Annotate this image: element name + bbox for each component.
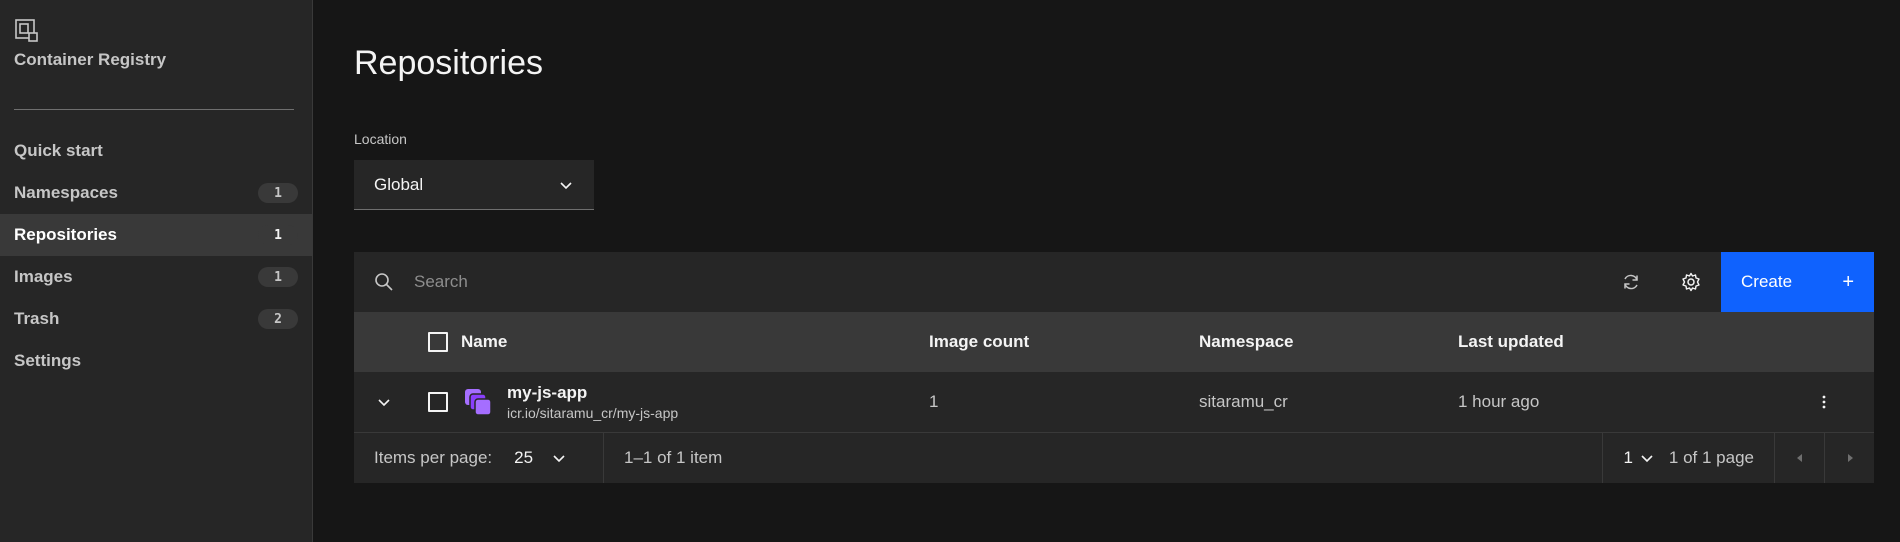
items-per-page-label: Items per page: — [374, 448, 493, 467]
sidebar-item-images[interactable]: Images 1 — [0, 256, 312, 298]
chevron-down-icon — [378, 399, 390, 407]
location-label: Location — [354, 131, 407, 147]
expand-row-button[interactable] — [354, 394, 414, 410]
sidebar-item-namespaces[interactable]: Namespaces 1 — [0, 172, 312, 214]
overflow-menu-icon — [1822, 395, 1826, 409]
refresh-button[interactable] — [1601, 252, 1661, 312]
current-page: 1 — [1623, 448, 1633, 467]
sidebar-header: Container Registry — [0, 0, 312, 95]
table-toolbar: Create + — [354, 252, 1874, 312]
create-button-label: Create — [1741, 272, 1793, 291]
repository-icon — [465, 389, 492, 416]
overflow-menu-button[interactable] — [1774, 394, 1874, 410]
location-dropdown[interactable]: Global — [354, 160, 594, 210]
gear-icon — [1682, 272, 1700, 292]
column-header-name: Name — [461, 332, 508, 351]
sidebar-item-trash[interactable]: Trash 2 — [0, 298, 312, 340]
pagination: Items per page: 25 1–1 of 1 item 1 1 of … — [354, 433, 1874, 483]
name-text: my-js-app icr.io/sitaramu_cr/my-js-app — [507, 383, 678, 421]
image-count-cell: 1 — [929, 392, 939, 411]
settings-button[interactable] — [1661, 252, 1721, 312]
name-cell: my-js-app icr.io/sitaramu_cr/my-js-app — [461, 383, 929, 421]
repositories-table: Create + Name Image count Namespace Last… — [354, 252, 1874, 483]
search-icon — [375, 273, 393, 291]
count-badge: 2 — [258, 309, 298, 329]
sidebar-item-repositories[interactable]: Repositories 1 — [0, 214, 312, 256]
create-button[interactable]: Create + — [1721, 252, 1874, 312]
sidebar-item-label: Settings — [14, 351, 82, 370]
location-value: Global — [374, 174, 424, 194]
table-header: Name Image count Namespace Last updated — [354, 312, 1874, 372]
repository-path: icr.io/sitaramu_cr/my-js-app — [507, 405, 679, 421]
sidebar-item-settings[interactable]: Settings — [0, 340, 312, 382]
page-size-select[interactable]: 25 — [514, 448, 567, 468]
caret-left-icon — [1796, 454, 1802, 462]
chevron-down-icon — [560, 181, 572, 189]
count-badge: 1 — [258, 225, 298, 245]
page-size-value: 25 — [514, 448, 534, 467]
sidebar-nav: Quick start Namespaces 1 Repositories 1 … — [0, 130, 312, 382]
page-title: Repositories — [354, 44, 543, 82]
chevron-down-icon — [1641, 455, 1653, 463]
sidebar-divider — [14, 109, 294, 110]
sidebar-item-label: Quick start — [14, 141, 103, 160]
search-input[interactable] — [414, 252, 1601, 312]
registry-logo-icon — [15, 19, 38, 42]
count-badge: 1 — [258, 267, 298, 287]
repository-name-link[interactable]: my-js-app — [507, 383, 678, 403]
chevron-down-icon — [553, 455, 565, 463]
page-controls: 1 1 of 1 page — [1602, 433, 1874, 483]
page-of-text: 1 of 1 page — [1668, 448, 1754, 467]
table-row: my-js-app icr.io/sitaramu_cr/my-js-app 1… — [354, 372, 1874, 433]
column-header-last-updated: Last updated — [1458, 332, 1564, 351]
row-checkbox[interactable] — [427, 392, 448, 412]
select-all-checkbox[interactable] — [427, 332, 448, 352]
sidebar-title: Container Registry — [14, 50, 167, 69]
count-badge: 1 — [258, 183, 298, 203]
sidebar-item-quick-start[interactable]: Quick start — [0, 130, 312, 172]
previous-page-button[interactable] — [1774, 433, 1824, 483]
sidebar: Container Registry Quick start Namespace… — [0, 0, 313, 542]
column-header-namespace: Namespace — [1199, 332, 1294, 351]
row-select-cell — [414, 392, 461, 412]
sidebar-item-label: Repositories — [14, 225, 117, 244]
sidebar-item-label: Namespaces — [14, 183, 118, 202]
select-all-cell — [414, 332, 461, 352]
items-per-page: Items per page: 25 — [354, 433, 604, 483]
last-updated-cell: 1 hour ago — [1458, 392, 1540, 411]
page-number-select[interactable]: 1 — [1602, 433, 1654, 483]
plus-icon: + — [1842, 270, 1854, 293]
caret-right-icon — [1847, 454, 1853, 462]
search-icon-wrap — [354, 252, 414, 312]
sidebar-item-label: Images — [14, 267, 73, 286]
next-page-button[interactable] — [1824, 433, 1874, 483]
item-range: 1–1 of 1 item — [624, 448, 723, 467]
sidebar-item-label: Trash — [14, 309, 60, 328]
refresh-icon — [1624, 274, 1638, 290]
column-header-image-count: Image count — [929, 332, 1030, 351]
namespace-cell: sitaramu_cr — [1199, 392, 1288, 411]
